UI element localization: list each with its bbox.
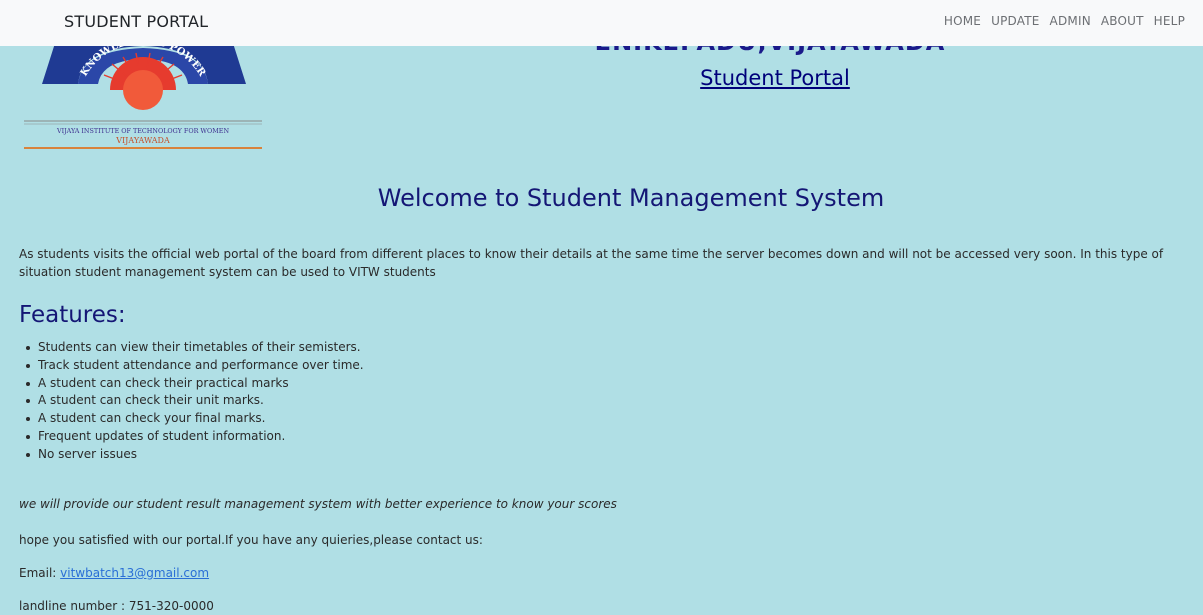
email-label: Email: [19, 566, 61, 580]
welcome-heading: Welcome to Student Management System [377, 184, 885, 212]
features-list: Students can view their timetables of th… [19, 339, 364, 464]
nav-help-link[interactable]: HELP [1154, 14, 1185, 28]
list-item: Frequent updates of student information. [19, 428, 364, 446]
nav-about-link[interactable]: ABOUT [1101, 14, 1144, 28]
list-item: Track student attendance and performance… [19, 357, 364, 375]
nav-admin-link[interactable]: ADMIN [1050, 14, 1091, 28]
nav-home-link[interactable]: HOME [944, 14, 981, 28]
landline-number: landline number : 751-320-0000 [19, 599, 214, 613]
logo-institute-name: VIJAYA INSTITUTE OF TECHNOLOGY FOR WOMEN [56, 127, 229, 135]
list-item: A student can check their unit marks. [19, 392, 364, 410]
nav-update-link[interactable]: UPDATE [991, 14, 1039, 28]
email-line: Email: vitwbatch13@gmail.com [19, 566, 209, 580]
intro-paragraph: As students visits the official web port… [19, 247, 1164, 279]
list-item: A student can check your final marks. [19, 410, 364, 428]
nav-links: HOME UPDATE ADMIN ABOUT HELP [944, 14, 1185, 28]
list-item: No server issues [19, 446, 364, 464]
contact-prompt: hope you satisfied with our portal.If yo… [19, 533, 483, 547]
logo-city: VIJAYAWADA [115, 136, 170, 145]
email-link[interactable]: vitwbatch13@gmail.com [60, 566, 209, 580]
experience-note: we will provide our student result manag… [19, 497, 617, 511]
list-item: A student can check their practical mark… [19, 375, 364, 393]
student-portal-title-link[interactable]: Student Portal [0, 66, 1203, 90]
navbar-brand[interactable]: STUDENT PORTAL [64, 12, 208, 31]
features-heading: Features: [19, 302, 126, 328]
list-item: Students can view their timetables of th… [19, 339, 364, 357]
top-navbar: STUDENT PORTAL HOME UPDATE ADMIN ABOUT H… [0, 0, 1203, 46]
